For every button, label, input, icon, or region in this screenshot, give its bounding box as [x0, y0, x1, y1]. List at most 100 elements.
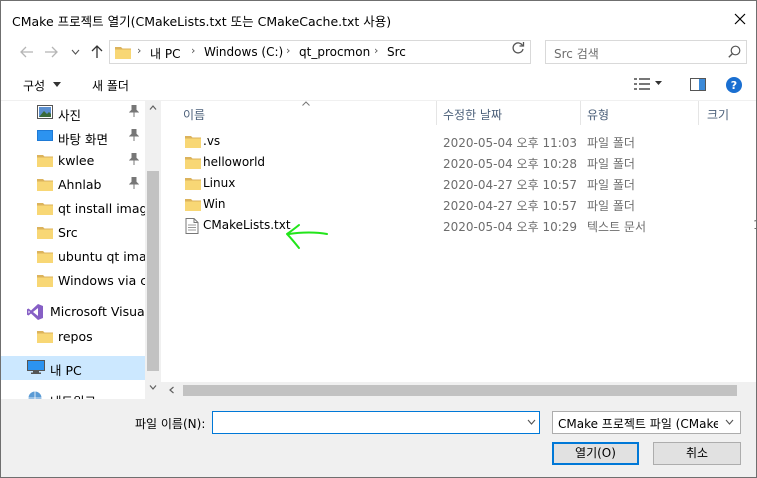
open-button[interactable]: 열기(O)	[552, 442, 639, 465]
file-row[interactable]: helloworld 2020-05-04 오후 10:28 파일 폴더	[175, 152, 735, 173]
recent-locations-button[interactable]	[65, 41, 85, 63]
file-type: 파일 폴더	[587, 199, 635, 213]
column-type[interactable]: 유형	[587, 106, 609, 123]
pictures-icon	[37, 105, 53, 119]
close-button[interactable]	[726, 5, 754, 33]
column-divider[interactable]	[436, 101, 437, 125]
organize-button[interactable]: 구성	[23, 77, 45, 94]
column-name[interactable]: 이름	[183, 106, 205, 123]
folder-icon	[185, 199, 201, 211]
column-divider[interactable]	[580, 101, 581, 125]
breadcrumb-separator: ›	[137, 44, 142, 57]
nav-item-network[interactable]: 네트워크	[1, 387, 145, 399]
file-type: 텍스트 문서	[587, 220, 647, 234]
folder-icon	[37, 203, 53, 215]
refresh-icon[interactable]	[511, 41, 525, 55]
file-name: .vs	[203, 134, 221, 148]
file-type-filter[interactable]: CMake 프로젝트 파일 (CMakeLists.txt)	[552, 411, 741, 434]
file-list: 이름 수정한 날짜 유형 크기 .vs 2020-05-04 오후 11:03 …	[161, 101, 756, 399]
scroll-left-icon[interactable]	[169, 386, 174, 394]
horizontal-scroll-thumb[interactable]	[183, 385, 737, 396]
nav-item-desktop[interactable]: 바탕 화면	[1, 125, 145, 149]
filename-input[interactable]	[212, 411, 540, 434]
breadcrumb-this-pc[interactable]: 내 PC	[150, 45, 180, 62]
column-modified[interactable]: 수정한 날짜	[443, 106, 502, 123]
file-name: helloworld	[203, 155, 266, 169]
nav-item-label: ubuntu qt image	[58, 249, 145, 264]
nav-item-visual-studio[interactable]: Microsoft Visual Studio	[1, 300, 145, 324]
chevron-down-icon	[71, 49, 79, 55]
new-folder-button[interactable]: 새 폴더	[92, 77, 129, 94]
column-size[interactable]: 크기	[707, 106, 729, 123]
breadcrumb-separator: ›	[286, 44, 291, 57]
folder-icon	[185, 157, 201, 169]
folder-icon	[37, 155, 53, 167]
file-row[interactable]: CMakeLists.txt 2020-05-04 오후 10:29 텍스트 문…	[175, 215, 756, 236]
folder-icon	[37, 179, 53, 191]
nav-item-kwlee[interactable]: kwlee	[1, 149, 145, 173]
navigation-pane: 사진 바탕 화면 kwlee Ahnlab qt install images	[1, 101, 161, 399]
nav-scroll-thumb[interactable]	[147, 171, 159, 371]
file-modified: 2020-05-04 오후 10:28	[443, 157, 578, 171]
network-icon	[28, 391, 42, 399]
back-arrow-icon	[20, 46, 33, 58]
caret-down-icon[interactable]	[655, 81, 662, 85]
scroll-up-icon[interactable]	[149, 105, 157, 110]
navigation-row: › 내 PC › Windows (C:) › qt_procmon › Src…	[1, 37, 756, 67]
column-divider[interactable]	[698, 101, 699, 125]
close-icon	[734, 13, 746, 25]
nav-item-repos[interactable]: repos	[1, 325, 145, 349]
file-modified: 2020-05-04 오후 10:29	[443, 220, 578, 234]
help-icon[interactable]: ?	[726, 77, 742, 93]
scroll-down-icon[interactable]	[149, 385, 157, 390]
folder-icon	[185, 136, 201, 148]
file-row[interactable]: Win 2020-04-27 오후 10:57 파일 폴더	[175, 194, 735, 215]
back-button[interactable]	[17, 41, 37, 63]
nav-item-label: Windows via c,c++	[58, 273, 145, 288]
cancel-button[interactable]: 취소	[653, 442, 741, 465]
file-name: Win	[203, 197, 226, 211]
search-icon	[728, 45, 741, 58]
text-document-icon	[185, 218, 199, 234]
svg-text:?: ?	[731, 79, 737, 92]
breadcrumb-qt-procmon[interactable]: qt_procmon	[299, 45, 370, 59]
toolbar: 구성 새 폴더 ?	[1, 67, 756, 101]
nav-item-label: 내 PC	[50, 363, 82, 378]
address-bar[interactable]: › 내 PC › Windows (C:) › qt_procmon › Src	[109, 40, 603, 64]
forward-button[interactable]	[41, 41, 61, 63]
file-type: 파일 폴더	[587, 178, 635, 192]
nav-item-qt-install-images[interactable]: qt install images	[1, 197, 145, 221]
folder-icon	[37, 227, 53, 239]
folder-icon	[37, 251, 53, 263]
view-options-icon[interactable]	[634, 78, 650, 90]
nav-item-label: Microsoft Visual Studio	[50, 304, 145, 319]
nav-item-ahnlab[interactable]: Ahnlab	[1, 173, 145, 197]
up-arrow-icon	[91, 45, 103, 58]
file-row[interactable]: Linux 2020-04-27 오후 10:57 파일 폴더	[175, 173, 735, 194]
nav-item-this-pc[interactable]: 내 PC	[1, 356, 145, 380]
chevron-down-icon[interactable]	[527, 419, 536, 425]
nav-item-label: 네트워크	[50, 391, 96, 399]
file-row[interactable]: .vs 2020-05-04 오후 11:03 파일 폴더	[175, 131, 735, 152]
breadcrumb-drive-c[interactable]: Windows (C:)	[204, 45, 283, 59]
nav-item-src[interactable]: Src	[1, 221, 145, 245]
nav-item-ubuntu-qt-image[interactable]: ubuntu qt image	[1, 245, 145, 269]
up-button[interactable]	[87, 41, 107, 63]
sort-ascending-icon	[302, 101, 310, 106]
breadcrumb-src[interactable]: Src	[387, 45, 406, 59]
nav-tree: 사진 바탕 화면 kwlee Ahnlab qt install images	[1, 101, 145, 399]
horizontal-scrollbar[interactable]	[161, 382, 756, 399]
computer-icon	[27, 360, 45, 374]
breadcrumb-separator: ›	[374, 44, 379, 57]
preview-pane-icon[interactable]	[690, 78, 706, 91]
file-modified: 2020-04-27 오후 10:57	[443, 178, 578, 192]
pin-icon	[129, 177, 139, 189]
caret-down-icon	[53, 82, 61, 87]
pin-icon	[129, 105, 139, 117]
search-box[interactable]: Src 검색	[545, 40, 747, 64]
search-placeholder: Src 검색	[554, 47, 599, 61]
nav-scrollbar[interactable]	[145, 101, 161, 399]
nav-item-pictures[interactable]: 사진	[1, 101, 145, 125]
nav-item-windows-via-cpp[interactable]: Windows via c,c++	[1, 269, 145, 293]
nav-item-label: Ahnlab	[58, 177, 102, 192]
